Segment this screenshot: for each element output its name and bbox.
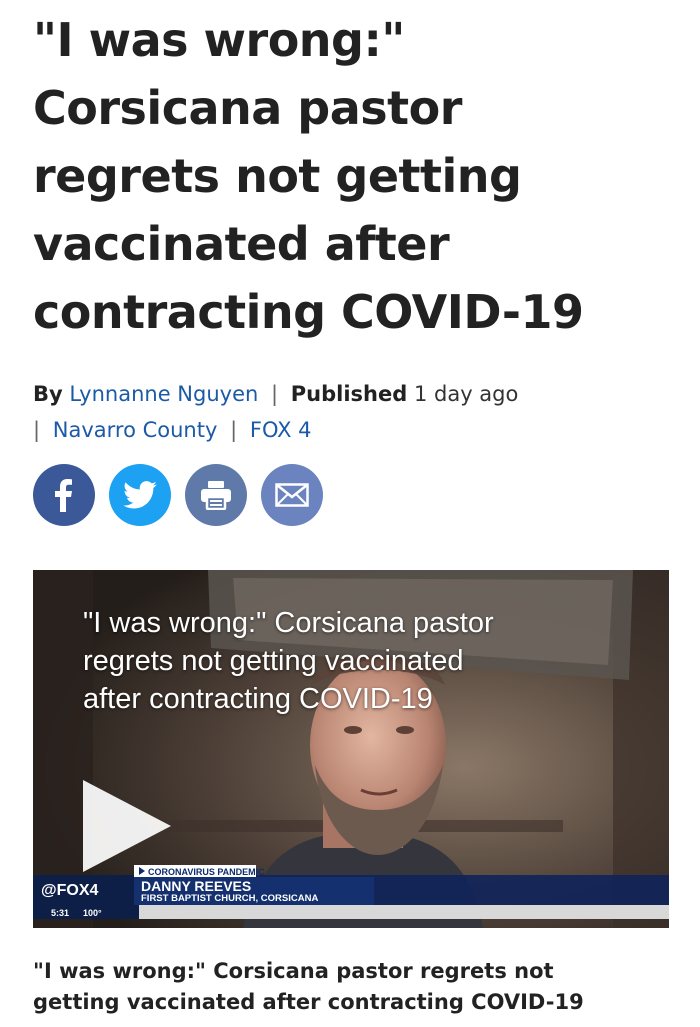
article-headline: "I was wrong:" Corsicana pastor regrets … [33,6,673,346]
caption-line: "I was wrong:" Corsicana pastor regrets … [33,959,554,983]
headline-line: regrets not getting [33,149,522,203]
email-icon [275,483,309,507]
speaker-affiliation: FIRST BAPTIST CHURCH, CORSICANA [141,893,318,904]
separator: | [230,418,238,442]
temperature: 100° [83,908,102,918]
share-facebook-button[interactable] [33,464,95,526]
by-label: By [33,382,63,406]
topic-tag: CORONAVIRUS PANDEMIC [148,867,265,877]
clock: 5:31 [51,908,69,918]
caption-line: getting vaccinated after contracting COV… [33,990,584,1014]
video-caption-text: "I was wrong:" Corsicana pastor regrets … [33,956,673,1018]
share-twitter-button[interactable] [109,464,171,526]
speaker-name: DANNY REEVES [141,878,251,894]
author-link[interactable]: Lynnanne Nguyen [69,382,258,406]
print-icon [201,481,231,510]
share-bar [33,464,323,526]
print-button[interactable] [185,464,247,526]
article-byline: By Lynnanne Nguyen | Published 1 day ago… [33,376,673,448]
published-label: Published [290,382,408,406]
video-player[interactable]: "I was wrong:" Corsicana pastor regrets … [33,570,669,928]
published-time: 1 day ago [413,382,519,406]
headline-line: contracting COVID-19 [33,285,584,339]
twitter-icon [123,481,157,509]
separator: | [271,382,279,406]
facebook-icon [55,479,72,512]
headline-line: Corsicana pastor [33,81,462,135]
station-logo: @FOX4 [41,882,98,899]
separator: | [33,418,41,442]
share-email-button[interactable] [261,464,323,526]
location-link[interactable]: Navarro County [53,418,218,442]
source-link[interactable]: FOX 4 [250,418,312,442]
lower-third: CORONAVIRUS PANDEMIC DANNY REEVES FIRST … [33,865,669,919]
headline-line: "I was wrong:" [33,13,405,67]
headline-line: vaccinated after [33,217,450,271]
